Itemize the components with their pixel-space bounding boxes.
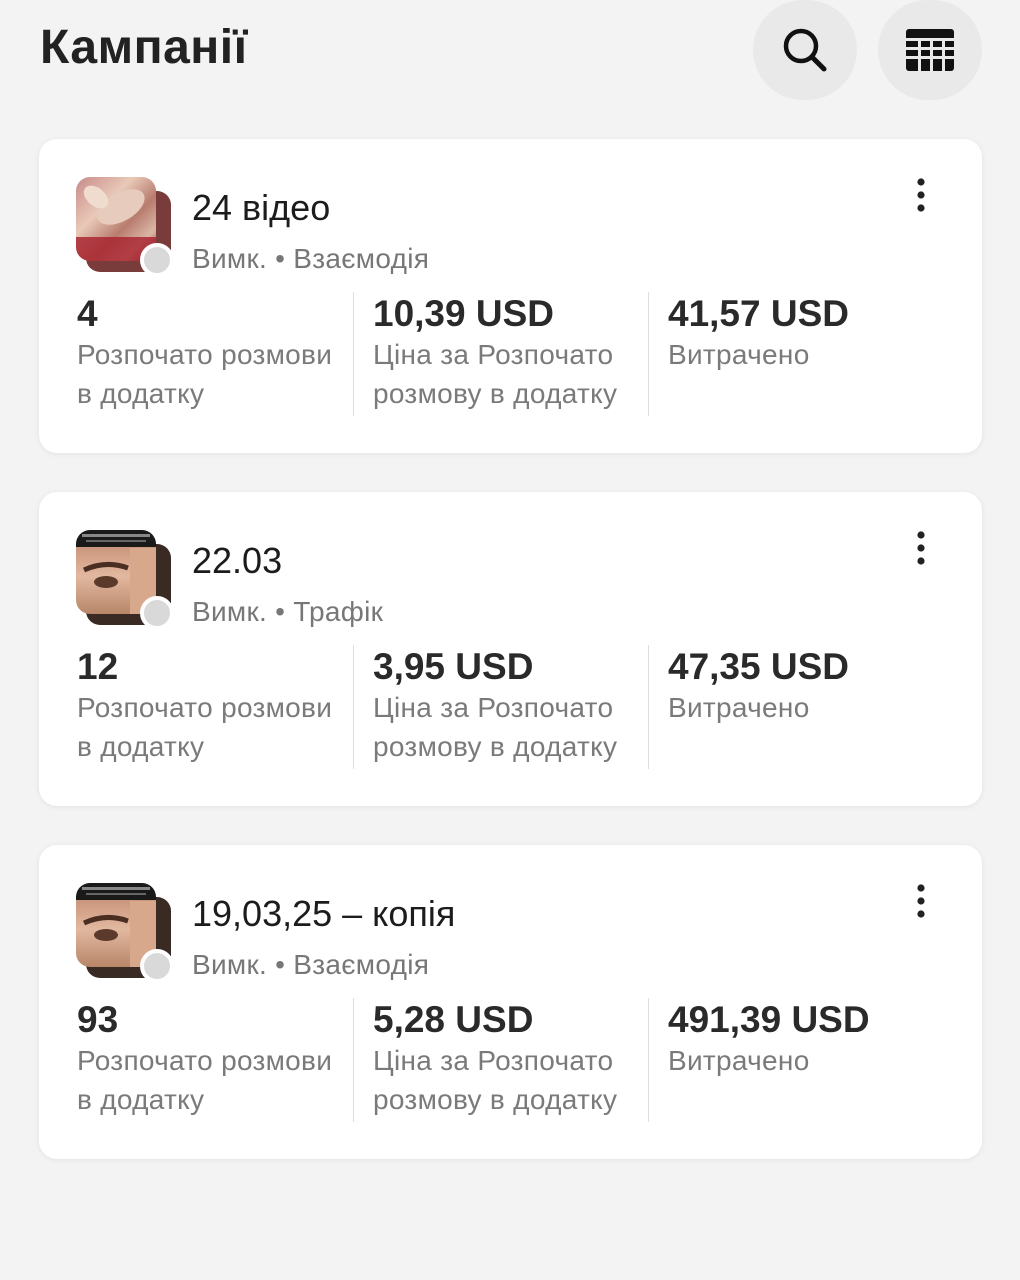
campaign-thumbnail [76,177,174,277]
search-button[interactable] [753,0,857,100]
metric-value: 3,95 USD [373,646,534,687]
meta-separator: • [275,949,286,980]
table-view-button[interactable] [878,0,982,100]
status-dot [140,243,174,277]
campaign-card[interactable]: 22.03 Вимк. • Трафік 12 Розпочато розмови … [39,492,982,806]
metric-label: Витрачено [668,339,810,370]
metric-label: Витрачено [668,1045,810,1076]
campaign-name[interactable]: 24 відео [192,187,330,229]
metric-cost-per-result: 5,28 USD Ціна за Розпочато розмову в дод… [353,998,648,1122]
metrics-row: 93 Розпочато розмови в додатку 5,28 USD … [77,998,957,1122]
status-dot [140,949,174,983]
metric-label: Розпочато розмови в додатку [77,692,333,762]
campaign-name[interactable]: 22.03 [192,540,282,582]
meta-separator: • [275,596,286,627]
metric-cost-per-result: 3,95 USD Ціна за Розпочато розмову в дод… [353,645,648,769]
search-icon [783,28,827,72]
metric-label: Ціна за Розпочато розмову в додатку [373,1045,618,1115]
metric-value: 12 [77,646,119,687]
more-vertical-icon [917,531,925,565]
metric-spent: 491,39 USD Витрачено [648,998,957,1122]
campaign-meta: Вимк. • Трафік [192,596,383,628]
table-view-icon [906,29,954,71]
more-vertical-icon [917,884,925,918]
campaign-thumbnail [76,883,174,983]
status-dot [140,596,174,630]
campaign-thumbnail [76,530,174,630]
campaign-card[interactable]: 19,03,25 – копія Вимк. • Взаємодія 93 Розп… [39,845,982,1159]
metric-results: 4 Розпочато розмови в додатку [77,292,353,416]
metric-value: 93 [77,999,119,1040]
more-options-button[interactable] [898,881,944,921]
more-vertical-icon [917,178,925,212]
metric-value: 491,39 USD [668,999,870,1040]
more-options-button[interactable] [898,528,944,568]
metric-label: Розпочато розмови в додатку [77,339,333,409]
metric-spent: 41,57 USD Витрачено [648,292,957,416]
metric-results: 93 Розпочато розмови в додатку [77,998,353,1122]
campaign-name[interactable]: 19,03,25 – копія [192,893,455,935]
metric-cost-per-result: 10,39 USD Ціна за Розпочато розмову в до… [353,292,648,416]
metric-label: Розпочато розмови в додатку [77,1045,333,1115]
campaign-status: Вимк. [192,949,268,980]
metric-value: 10,39 USD [373,293,554,334]
metric-results: 12 Розпочато розмови в додатку [77,645,353,769]
campaign-objective: Трафік [293,596,384,627]
campaign-status: Вимк. [192,596,268,627]
campaign-meta: Вимк. • Взаємодія [192,949,429,981]
metric-spent: 47,35 USD Витрачено [648,645,957,769]
meta-separator: • [275,243,286,274]
metric-value: 47,35 USD [668,646,849,687]
metrics-row: 4 Розпочато розмови в додатку 10,39 USD … [77,292,957,416]
metric-label: Витрачено [668,692,810,723]
metric-label: Ціна за Розпочато розмову в додатку [373,692,618,762]
campaign-objective: Взаємодія [293,949,430,980]
campaign-status: Вимк. [192,243,268,274]
campaign-objective: Взаємодія [293,243,430,274]
metric-value: 41,57 USD [668,293,849,334]
metric-value: 4 [77,293,98,334]
more-options-button[interactable] [898,175,944,215]
campaign-card[interactable]: 24 відео Вимк. • Взаємодія 4 Розпочато роз… [39,139,982,453]
campaign-meta: Вимк. • Взаємодія [192,243,429,275]
page-title: Кампанії [40,21,248,74]
metric-label: Ціна за Розпочато розмову в додатку [373,339,618,409]
metrics-row: 12 Розпочато розмови в додатку 3,95 USD … [77,645,957,769]
header: Кампанії [0,0,1020,110]
metric-value: 5,28 USD [373,999,534,1040]
